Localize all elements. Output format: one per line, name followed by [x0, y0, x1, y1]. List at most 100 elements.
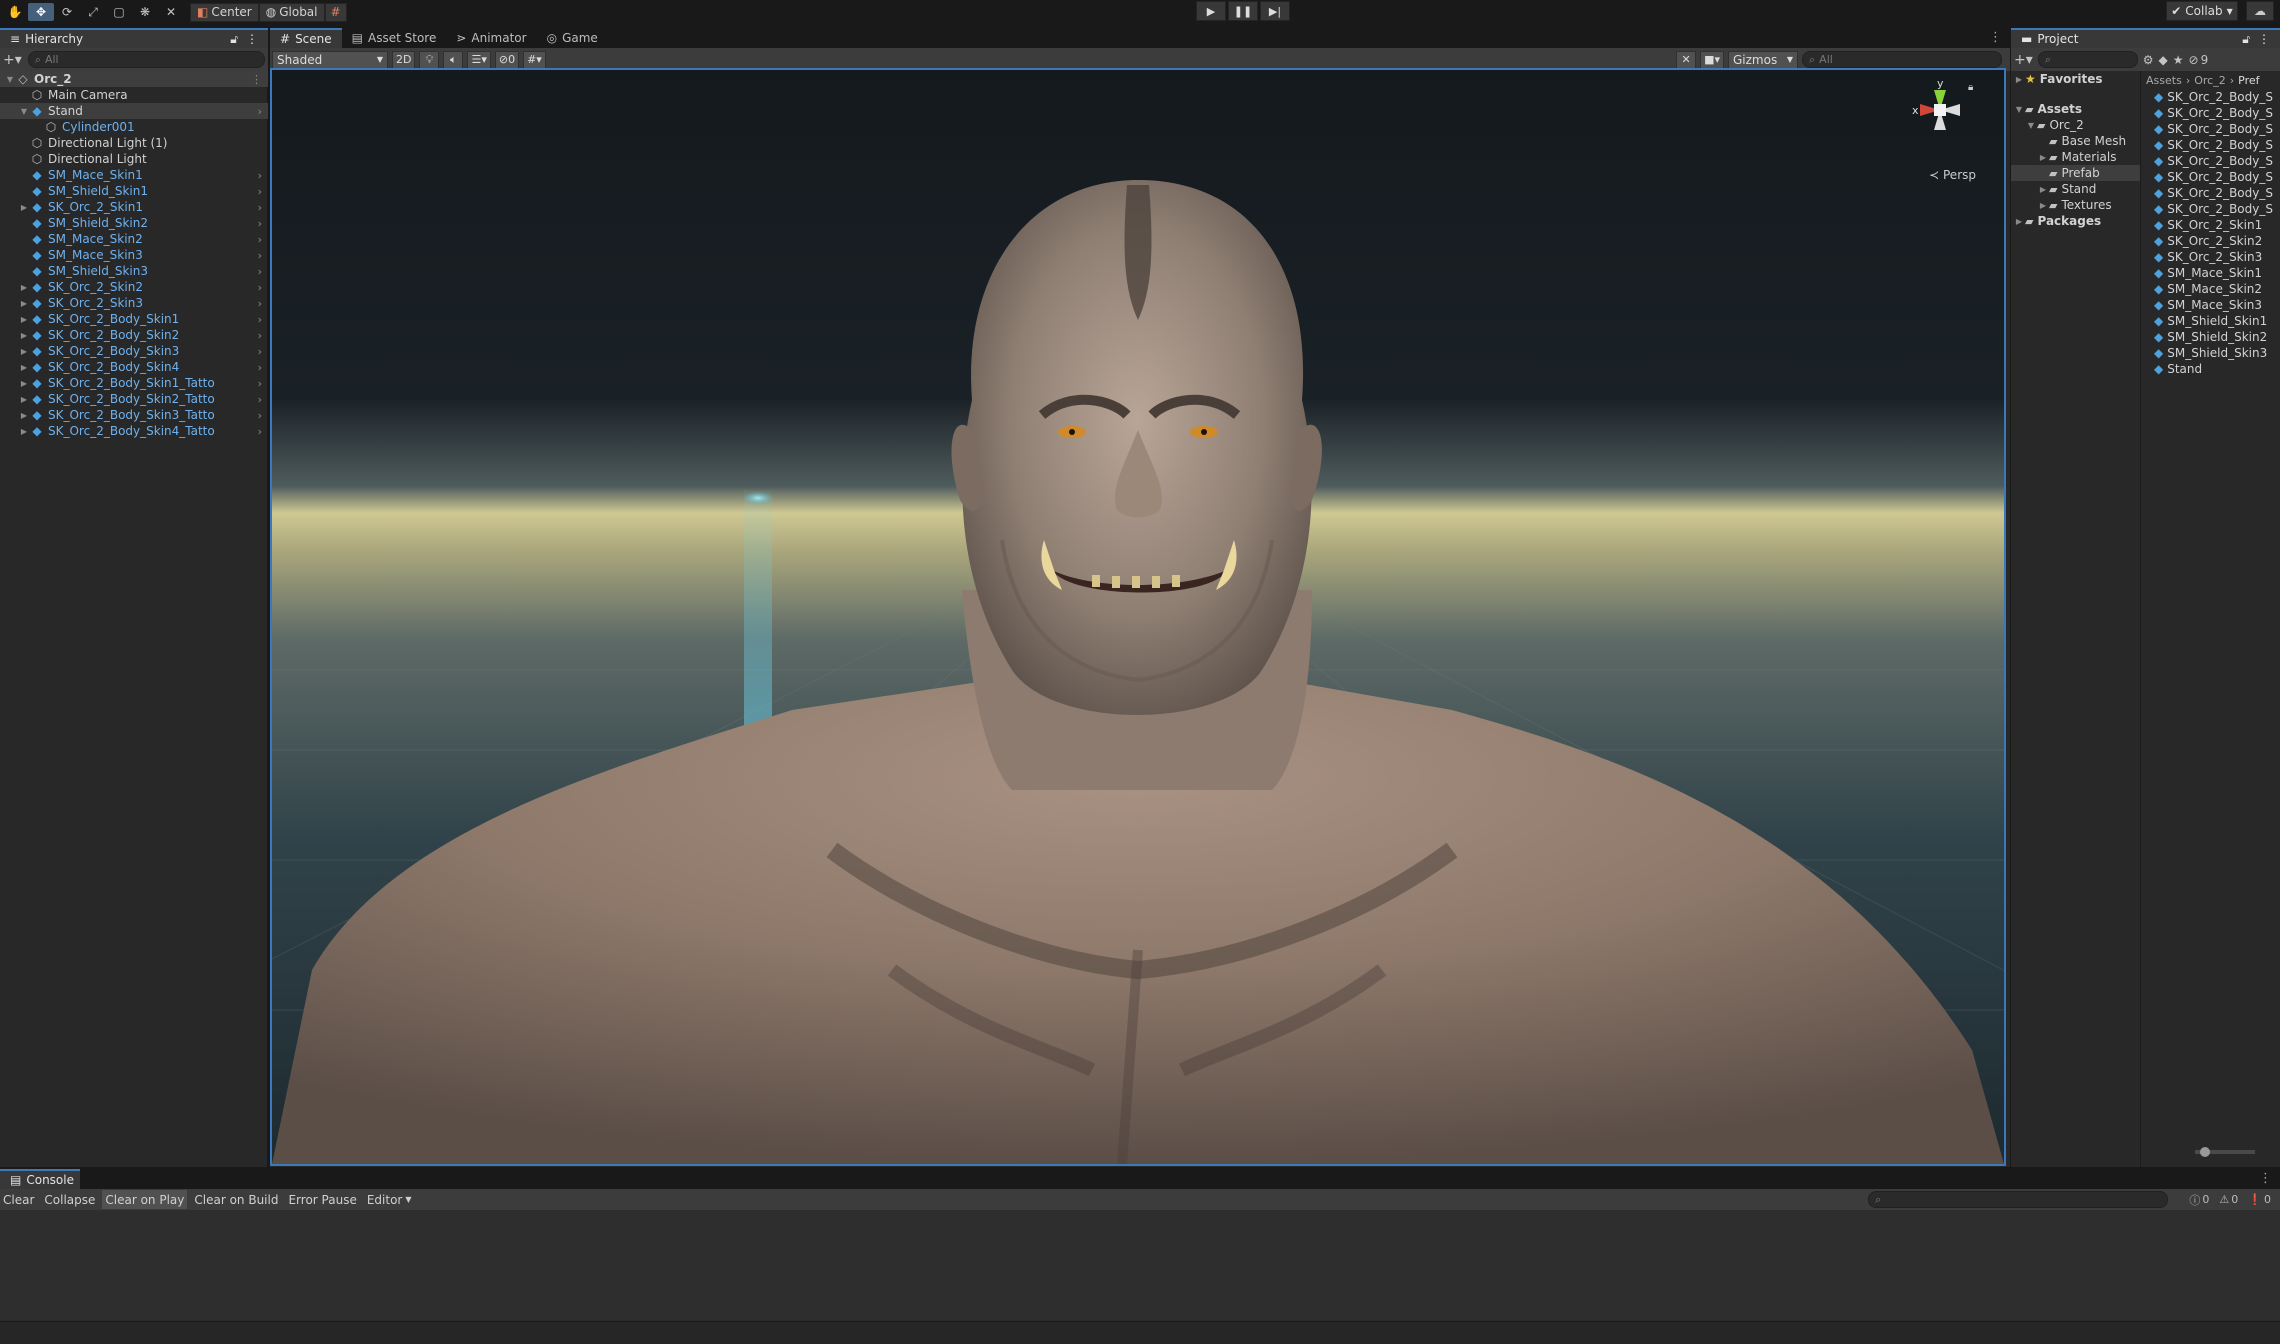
pivot-mode-toggle[interactable]: ◧ Center	[190, 2, 259, 22]
step-button[interactable]: ▶|	[1260, 1, 1290, 21]
scale-tool-icon[interactable]: ⤢	[80, 3, 106, 21]
hierarchy-item[interactable]: ▶ ◆ SK_Orc_2_Body_Skin1 ›	[0, 311, 268, 327]
audio-toggle[interactable]: 🔈︎	[443, 50, 464, 69]
clear-on-build-toggle[interactable]: Clear on Build	[191, 1190, 281, 1209]
expand-arrow-icon[interactable]: ▶	[2037, 153, 2049, 162]
create-asset-button[interactable]: +▾	[2014, 52, 2033, 68]
tab-game[interactable]: ◎ Game	[537, 28, 608, 48]
tools-button[interactable]: ✕	[1676, 50, 1697, 69]
expand-arrow-icon[interactable]: ▶	[18, 331, 30, 340]
kebab-menu-icon[interactable]: ⋮	[1989, 30, 2002, 45]
expand-arrow-icon[interactable]: ▶	[18, 379, 30, 388]
expand-arrow-icon[interactable]: ▶	[18, 315, 30, 324]
lighting-toggle[interactable]: 💡︎	[419, 50, 440, 69]
project-file-item[interactable]: ◆ SK_Orc_2_Skin1	[2142, 217, 2280, 233]
transform-tool-icon[interactable]: ❋	[132, 3, 158, 21]
pivot-rotation-toggle[interactable]: ◍ Global	[258, 2, 325, 22]
warning-count-toggle[interactable]: ⚠ 0	[2216, 1191, 2241, 1208]
project-file-item[interactable]: ◆ SK_Orc_2_Skin2	[2142, 233, 2280, 249]
project-folder-item[interactable]: ▰ Prefab	[2011, 165, 2140, 181]
chevron-right-icon[interactable]: ›	[258, 377, 262, 390]
expand-arrow-icon[interactable]: ▶	[18, 411, 30, 420]
hierarchy-item[interactable]: ▼ ◇ Orc_2 ⋮	[0, 71, 268, 87]
packages-root-item[interactable]: ▶ ▰ Packages	[2011, 213, 2140, 229]
expand-arrow-icon[interactable]: ▶	[2037, 201, 2049, 210]
tab-animator[interactable]: ⋗ Animator	[446, 28, 536, 48]
breadcrumb-prefab[interactable]: Pref	[2238, 74, 2259, 87]
project-file-item[interactable]: ◆ SM_Shield_Skin1	[2142, 313, 2280, 329]
chevron-right-icon[interactable]: ›	[258, 249, 262, 262]
project-file-item[interactable]: ◆ SK_Orc_2_Skin3	[2142, 249, 2280, 265]
hierarchy-item[interactable]: ◆ SM_Mace_Skin2 ›	[0, 231, 268, 247]
chevron-right-icon[interactable]: ›	[258, 393, 262, 406]
hierarchy-search-input[interactable]: ⌕ All	[27, 51, 265, 68]
project-file-item[interactable]: ◆ SK_Orc_2_Body_S	[2142, 105, 2280, 121]
gizmo-center-cube[interactable]	[1934, 104, 1946, 116]
chevron-right-icon[interactable]: ›	[258, 185, 262, 198]
expand-arrow-icon[interactable]: ▶	[18, 283, 30, 292]
hierarchy-item[interactable]: ⬡ Cylinder001	[0, 119, 268, 135]
editor-dropdown[interactable]: Editor ▼	[364, 1190, 415, 1209]
lock-icon[interactable]: 🔓︎	[2242, 32, 2250, 47]
chevron-right-icon[interactable]: ›	[258, 297, 262, 310]
project-file-item[interactable]: ◆ SK_Orc_2_Body_S	[2142, 89, 2280, 105]
hierarchy-item[interactable]: ◆ SM_Mace_Skin1 ›	[0, 167, 268, 183]
hierarchy-item[interactable]: ⬡ Directional Light	[0, 151, 268, 167]
hierarchy-item[interactable]: ⬡ Directional Light (1)	[0, 135, 268, 151]
project-folder-item[interactable]: ▼ ▰ Orc_2	[2011, 117, 2140, 133]
assets-root-item[interactable]: ▼ ▰ Assets	[2011, 101, 2140, 117]
cloud-button[interactable]: ☁	[2246, 1, 2274, 21]
expand-arrow-icon[interactable]: ▼	[2013, 105, 2025, 114]
expand-arrow-icon[interactable]: ▶	[18, 299, 30, 308]
expand-arrow-icon[interactable]: ▶	[18, 203, 30, 212]
hierarchy-item[interactable]: ▶ ◆ SK_Orc_2_Body_Skin4_Tatto ›	[0, 423, 268, 439]
kebab-menu-icon[interactable]: ⋮	[246, 32, 258, 47]
hierarchy-item[interactable]: ▶ ◆ SK_Orc_2_Body_Skin3 ›	[0, 343, 268, 359]
chevron-right-icon[interactable]: ›	[258, 345, 262, 358]
hierarchy-item[interactable]: ◆ SM_Shield_Skin2 ›	[0, 215, 268, 231]
tab-hierarchy[interactable]: ≡ Hierarchy 🔓︎ ⋮	[0, 28, 268, 48]
project-folder-item[interactable]: ▶ ▰ Textures	[2011, 197, 2140, 213]
move-tool-icon[interactable]: ✥	[28, 3, 54, 21]
chevron-right-icon[interactable]: ›	[258, 105, 262, 118]
project-folder-item[interactable]: ▶ ▰ Stand	[2011, 181, 2140, 197]
project-file-item[interactable]: ◆ SM_Shield_Skin3	[2142, 345, 2280, 361]
hierarchy-item[interactable]: ◆ SM_Shield_Skin3 ›	[0, 263, 268, 279]
breadcrumb-orc2[interactable]: Orc_2	[2194, 74, 2226, 87]
kebab-menu-icon[interactable]: ⋮	[2259, 1171, 2272, 1186]
chevron-right-icon[interactable]: ›	[258, 217, 262, 230]
expand-arrow-icon[interactable]: ▶	[2013, 217, 2025, 226]
expand-arrow-icon[interactable]: ▶	[18, 395, 30, 404]
tab-asset-store[interactable]: ▤ Asset Store	[342, 28, 447, 48]
project-file-item[interactable]: ◆ Stand	[2142, 361, 2280, 377]
clear-button[interactable]: Clear	[0, 1190, 37, 1209]
expand-arrow-icon[interactable]: ▼	[2025, 121, 2037, 130]
rect-tool-icon[interactable]: ▢	[106, 3, 132, 21]
expand-arrow-icon[interactable]: ▶	[2037, 185, 2049, 194]
effects-dropdown[interactable]: ☰▾	[467, 50, 491, 69]
chevron-right-icon[interactable]: ›	[258, 425, 262, 438]
scene-search-input[interactable]: ⌕ All	[1802, 51, 2002, 68]
project-file-item[interactable]: ◆ SM_Mace_Skin3	[2142, 297, 2280, 313]
expand-arrow-icon[interactable]: ▶	[2013, 75, 2025, 84]
collab-dropdown[interactable]: ✔ Collab ▼	[2166, 1, 2238, 21]
expand-arrow-icon[interactable]: ▶	[18, 427, 30, 436]
hand-tool-icon[interactable]: ✋	[2, 3, 28, 21]
icon-size-slider-handle[interactable]	[2200, 1147, 2210, 1157]
console-search-input[interactable]: ⌕	[1868, 1191, 2168, 1208]
tab-project[interactable]: ▬ Project 🔓︎ ⋮	[2011, 28, 2280, 48]
snap-grid-button[interactable]: #	[324, 2, 347, 22]
projection-toggle[interactable]: ≺ Persp	[1929, 168, 1976, 182]
chevron-right-icon[interactable]: ›	[258, 409, 262, 422]
shading-mode-dropdown[interactable]: Shaded ▼	[272, 50, 388, 69]
project-file-item[interactable]: ◆ SK_Orc_2_Body_S	[2142, 137, 2280, 153]
hierarchy-item[interactable]: ▶ ◆ SK_Orc_2_Skin1 ›	[0, 199, 268, 215]
expand-arrow-icon[interactable]: ▼	[4, 75, 16, 84]
gizmos-dropdown[interactable]: Gizmos ▼	[1728, 50, 1798, 69]
kebab-menu-icon[interactable]: ⋮	[251, 73, 262, 86]
chevron-right-icon[interactable]: ›	[258, 233, 262, 246]
chevron-right-icon[interactable]: ›	[258, 281, 262, 294]
project-search-input[interactable]: ⌕	[2037, 51, 2138, 68]
custom-tool-icon[interactable]: ✕	[158, 3, 184, 21]
kebab-menu-icon[interactable]: ⋮	[2258, 32, 2270, 47]
